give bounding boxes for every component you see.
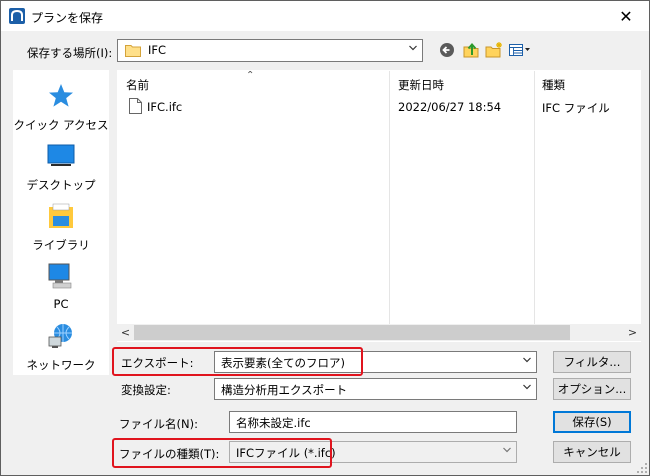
place-library[interactable]: ライブラリ bbox=[13, 202, 109, 260]
column-header-modified[interactable]: 更新日時 bbox=[398, 77, 444, 93]
places-bar: クイック アクセス デスクトップ ライブラリ PC ネットワーク bbox=[13, 70, 109, 375]
filename-value: 名称未設定.ifc bbox=[236, 416, 311, 430]
scrollbar-thumb[interactable] bbox=[134, 325, 570, 340]
scroll-right-icon[interactable]: > bbox=[624, 326, 641, 339]
filter-button[interactable]: フィルタ... bbox=[553, 351, 631, 373]
title-bar: プランを保存 ✕ bbox=[1, 1, 649, 31]
filename-input[interactable]: 名称未設定.ifc bbox=[229, 411, 517, 433]
desktop-icon bbox=[47, 144, 75, 166]
file-list: ⌃ 名前 更新日時 種類 IFC.ifc 2022/06/27 18:54 IF… bbox=[117, 70, 641, 342]
close-button[interactable]: ✕ bbox=[603, 1, 649, 31]
place-desktop[interactable]: デスクトップ bbox=[13, 142, 109, 200]
library-icon bbox=[49, 203, 73, 228]
horizontal-scrollbar[interactable]: < > bbox=[117, 324, 641, 341]
filename-label: ファイル名(N): bbox=[119, 417, 198, 431]
place-label: デスクトップ bbox=[26, 178, 96, 192]
conversion-select[interactable]: 構造分析用エクスポート bbox=[214, 378, 537, 400]
close-icon: ✕ bbox=[619, 6, 633, 26]
up-folder-icon[interactable] bbox=[461, 40, 481, 60]
cancel-button[interactable]: キャンセル bbox=[553, 441, 631, 463]
app-icon bbox=[9, 8, 25, 24]
file-icon bbox=[129, 98, 142, 114]
pc-icon bbox=[48, 263, 72, 289]
export-highlight bbox=[112, 347, 363, 376]
place-network[interactable]: ネットワーク bbox=[13, 322, 109, 380]
chevron-down-icon bbox=[523, 357, 531, 363]
conversion-label: 変換設定: bbox=[121, 383, 171, 397]
place-label: ネットワーク bbox=[26, 358, 96, 372]
file-type-cell: IFC ファイル bbox=[542, 101, 610, 115]
scroll-left-icon[interactable]: < bbox=[117, 326, 134, 339]
chevron-down-icon bbox=[503, 447, 511, 453]
place-pc[interactable]: PC bbox=[13, 262, 109, 320]
place-label: クイック アクセス bbox=[13, 118, 109, 132]
new-folder-icon[interactable] bbox=[484, 40, 504, 60]
column-header-type[interactable]: 種類 bbox=[542, 77, 565, 93]
column-header-name[interactable]: 名前 bbox=[126, 77, 149, 93]
chevron-down-icon bbox=[523, 384, 531, 390]
file-modified-cell: 2022/06/27 18:54 bbox=[398, 100, 502, 114]
sort-up-icon: ⌃ bbox=[246, 70, 255, 81]
place-quick-access[interactable]: クイック アクセス bbox=[13, 82, 109, 140]
folder-icon bbox=[125, 45, 141, 57]
conversion-value: 構造分析用エクスポート bbox=[221, 383, 348, 397]
star-icon bbox=[49, 84, 73, 107]
window-title: プランを保存 bbox=[31, 11, 104, 25]
location-label: 保存する場所(I): bbox=[27, 46, 113, 60]
save-button[interactable]: 保存(S) bbox=[553, 411, 631, 433]
location-combo[interactable]: IFC bbox=[117, 39, 423, 62]
location-value: IFC bbox=[148, 43, 167, 57]
place-label: ライブラリ bbox=[32, 238, 90, 252]
save-plan-dialog: プランを保存 ✕ 保存する場所(I): IFC クイック アクセス デスクトップ… bbox=[0, 0, 650, 476]
file-name-cell: IFC.ifc bbox=[147, 100, 183, 114]
view-menu-icon[interactable] bbox=[507, 40, 533, 60]
file-row[interactable]: IFC.ifc 2022/06/27 18:54 IFC ファイル bbox=[118, 96, 638, 116]
place-label: PC bbox=[53, 297, 69, 311]
back-icon[interactable] bbox=[437, 40, 457, 60]
chevron-down-icon bbox=[409, 45, 417, 51]
filetype-highlight bbox=[112, 438, 332, 468]
resize-grip-icon[interactable] bbox=[636, 462, 648, 474]
options-button[interactable]: オプション... bbox=[553, 378, 631, 400]
network-icon bbox=[48, 324, 72, 348]
